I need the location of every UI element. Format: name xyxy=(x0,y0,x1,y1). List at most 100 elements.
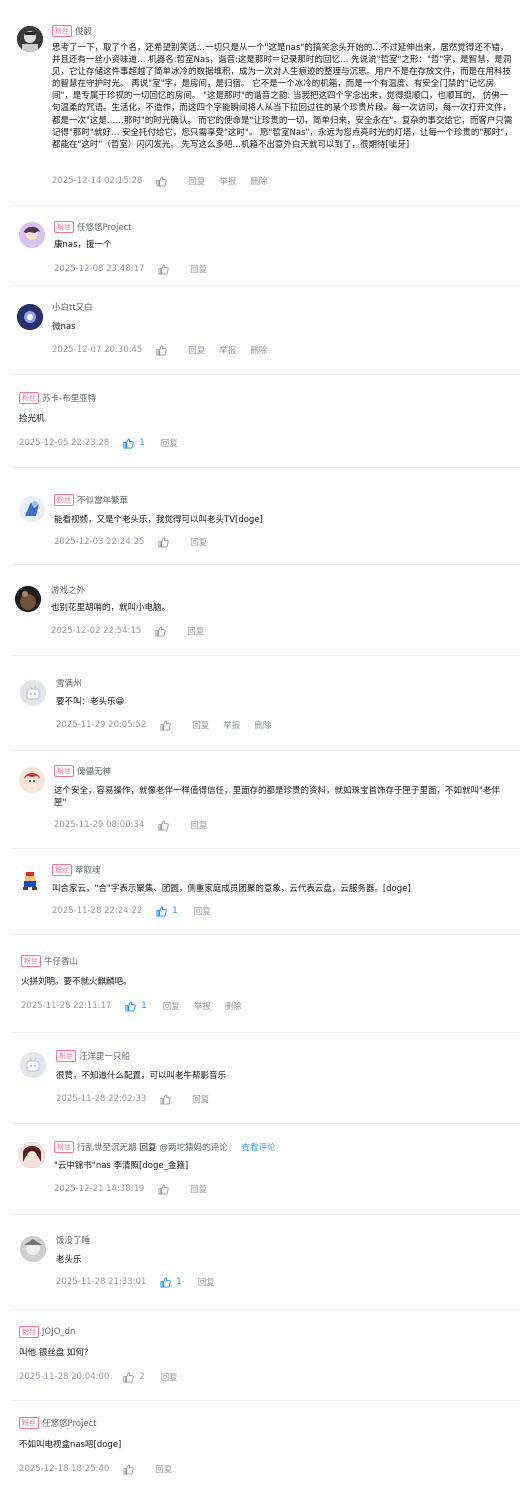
user-avatar[interactable] xyxy=(20,680,46,706)
user-avatar[interactable] xyxy=(19,222,45,248)
comment-item: 游戏之外 也别花里胡哨的，就叫小电脑。 2025-12-02 22:54:15 … xyxy=(0,565,532,655)
fan-badge: 粉丝 xyxy=(54,765,74,777)
thumbs-up-icon xyxy=(155,625,166,637)
comment-time: 2025-11-28 22:11:17 xyxy=(21,1001,112,1011)
username[interactable]: 萃取魂 xyxy=(75,864,101,876)
reply-button[interactable]: 回复 xyxy=(198,1276,215,1288)
reply-button[interactable]: 回复 xyxy=(190,819,207,831)
comment-item: 粉丝 任悠悠Project 不如叫电视盒nas吧[doge] 2025-12-1… xyxy=(0,1401,532,1496)
username[interactable]: 傀儡无神 xyxy=(77,765,111,777)
delete-button[interactable]: 删除 xyxy=(225,1000,242,1012)
username[interactable]: 饭没了睡 xyxy=(56,1234,90,1246)
reply-button[interactable]: 回复 xyxy=(161,437,178,449)
comment-text: 康nas，援一个 xyxy=(54,240,112,250)
username[interactable]: 雪满州 xyxy=(56,677,82,689)
like-button[interactable]: 1 xyxy=(160,1276,182,1288)
username[interactable]: 不似當年繁華 xyxy=(77,494,128,506)
like-button[interactable]: 1 xyxy=(125,1000,147,1012)
username[interactable]: JOJO_dn xyxy=(42,1327,75,1337)
like-button[interactable] xyxy=(160,719,176,731)
comment-text: 这个安全，容易操作，就像老伴一样值得信任，里面存的都是珍贵的资料，就如珠宝首饰存… xyxy=(54,786,500,809)
comment-text: 要不叫：老头乐😁 xyxy=(56,697,125,707)
like-button[interactable] xyxy=(160,1093,176,1105)
thumbs-up-icon xyxy=(160,719,171,731)
username[interactable]: 任悠悠Project xyxy=(42,1417,97,1429)
report-button[interactable]: 举报 xyxy=(219,175,236,187)
reply-button[interactable]: 回复 xyxy=(190,263,207,275)
comment-time: 2025-12-21 14:38:19 xyxy=(54,1184,145,1194)
user-avatar[interactable] xyxy=(17,26,43,52)
comment-item: 粉丝 傀儡无神 这个安全，容易操作，就像老伴一样值得信任，里面存的都是珍贵的资料… xyxy=(0,751,532,848)
comment-time: 2025-11-28 20:04:00 xyxy=(19,1372,110,1382)
report-button[interactable]: 举报 xyxy=(223,719,240,731)
like-button[interactable] xyxy=(123,1463,139,1475)
username[interactable]: 行乱世至沉无期 xyxy=(77,1141,137,1153)
comment-time: 2025-11-28 21:33:01 xyxy=(56,1277,147,1287)
like-button[interactable] xyxy=(156,175,172,187)
like-button[interactable] xyxy=(158,536,174,548)
fan-badge: 粉丝 xyxy=(19,1417,39,1429)
reply-button[interactable]: 回复 xyxy=(190,536,207,548)
reply-label: 回复 xyxy=(139,1143,157,1153)
user-avatar[interactable] xyxy=(17,867,43,893)
comment-item: 粉丝 俊毅 思考了一下，取了个名，还希望别笑话…一切只是从一个"这是nas"的搞… xyxy=(0,0,532,205)
user-avatar[interactable] xyxy=(17,304,43,330)
reply-button[interactable]: 回复 xyxy=(161,1371,178,1383)
like-button[interactable] xyxy=(158,819,174,831)
comment-time: 2025-11-28 22:02:33 xyxy=(56,1094,147,1104)
comment-text: 叫合家云，"合"字表示聚集、团圆，侧重家庭成员团聚的意象，云代表云盘，云服务器。… xyxy=(52,884,411,894)
like-button[interactable] xyxy=(156,344,172,356)
comment-item: 粉丝 苏卡-布里亚特 捡光机 2025-12-05 22:23:28 1 回复 xyxy=(0,375,532,467)
comment-item: 粉丝 汪洋里一只船 很赞，不知道什么配置，可以叫老牛帮影音乐 2025-11-2… xyxy=(0,1033,532,1123)
reply-button[interactable]: 回复 xyxy=(192,1093,209,1105)
reply-button[interactable]: 回复 xyxy=(163,1000,180,1012)
user-avatar[interactable] xyxy=(19,1142,45,1168)
reply-button[interactable]: 回复 xyxy=(190,1183,207,1195)
username[interactable]: 小白tt又白 xyxy=(52,301,93,313)
view-comment-link[interactable]: 查看评论 xyxy=(242,1141,276,1153)
like-button[interactable] xyxy=(155,625,171,637)
thumbs-up-icon xyxy=(156,175,167,187)
fan-badge: 粉丝 xyxy=(52,864,72,876)
user-avatar[interactable] xyxy=(15,586,41,612)
user-avatar[interactable] xyxy=(20,1236,46,1262)
user-avatar[interactable] xyxy=(20,1052,46,1078)
like-count: 2 xyxy=(139,1372,145,1382)
user-avatar[interactable] xyxy=(19,767,45,793)
reply-button[interactable]: 回复 xyxy=(187,625,204,637)
fan-badge: 粉丝 xyxy=(52,25,72,37)
delete-button[interactable]: 删除 xyxy=(250,344,267,356)
report-button[interactable]: 举报 xyxy=(219,344,236,356)
reply-button[interactable]: 回复 xyxy=(194,905,211,917)
username[interactable]: 任悠悠Project xyxy=(77,221,132,233)
reply-button[interactable]: 回复 xyxy=(192,719,209,731)
like-button[interactable]: 2 xyxy=(123,1371,145,1383)
like-button[interactable] xyxy=(158,1183,174,1195)
like-button[interactable]: 1 xyxy=(156,905,178,917)
username[interactable]: 汪洋里一只船 xyxy=(79,1050,130,1062)
comment-time: 2025-12-05 22:23:28 xyxy=(19,438,110,448)
fan-badge: 粉丝 xyxy=(19,1326,39,1338)
comment-item: 饭没了睡 老头乐 2025-11-28 21:33:01 1 回复 xyxy=(0,1215,532,1309)
like-button[interactable]: 1 xyxy=(123,437,145,449)
comment-text: 思考了一下，取了个名，还希望别笑话…一切只是从一个"这是nas"的搞笑念头开始的… xyxy=(52,43,513,150)
comment-text: 也别花里胡哨的，就叫小电脑。 xyxy=(51,603,171,613)
username[interactable]: 游戏之外 xyxy=(51,584,85,596)
delete-button[interactable]: 删除 xyxy=(250,175,267,187)
username[interactable]: 俊毅 xyxy=(75,25,92,37)
reply-button[interactable]: 回复 xyxy=(188,175,205,187)
username[interactable]: 苏卡-布里亚特 xyxy=(42,392,96,404)
fan-badge: 粉丝 xyxy=(21,955,41,967)
delete-button[interactable]: 删除 xyxy=(254,719,271,731)
like-button[interactable] xyxy=(158,263,174,275)
reply-button[interactable]: 回复 xyxy=(188,344,205,356)
comment-text: 老头乐 xyxy=(56,1255,82,1265)
reply-target[interactable]: @两坨猿妈的评论 xyxy=(160,1141,228,1153)
report-button[interactable]: 举报 xyxy=(194,1000,211,1012)
comment-time: 2025-12-18 18:25:40 xyxy=(19,1464,110,1474)
comment-text: 捡光机 xyxy=(19,414,45,424)
user-avatar[interactable] xyxy=(19,496,45,522)
reply-button[interactable]: 回复 xyxy=(155,1463,172,1475)
username[interactable]: 牛仔香山 xyxy=(44,955,78,967)
comment-item: 粉丝 行乱世至沉无期 回复 @两坨猿妈的评论 查看评论 "云中锦书"nas 李清… xyxy=(0,1124,532,1214)
